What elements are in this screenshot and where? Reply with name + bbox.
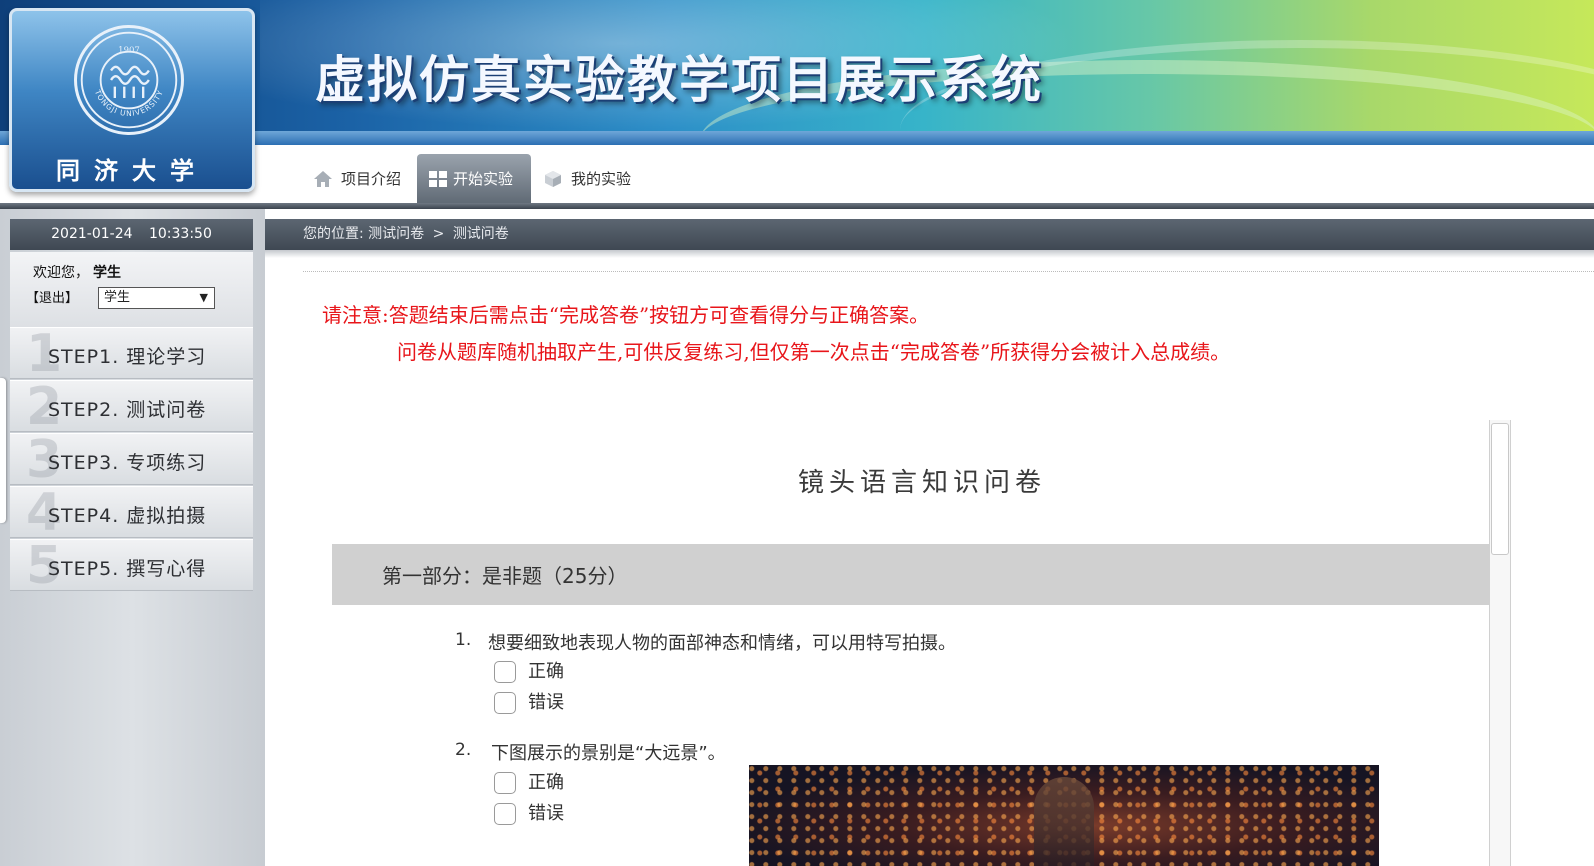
breadcrumb-item-1[interactable]: 测试问卷 — [368, 226, 424, 242]
step-label: STEP5. 撰写心得 — [48, 558, 207, 580]
step-label: STEP1. 理论学习 — [48, 346, 207, 368]
image-arch-shape — [1034, 777, 1094, 866]
university-seal-icon: 1907 TONGJI UNIVERSITY — [74, 25, 184, 135]
option-label: 正确 — [528, 661, 564, 682]
welcome-text: 欢迎您， 学生 — [33, 262, 121, 282]
question-1-option-true[interactable]: 正确 — [494, 660, 594, 684]
university-logo[interactable]: 1907 TONGJI UNIVERSITY 同济大学 — [9, 8, 255, 192]
seal-year: 1907 — [118, 46, 140, 56]
role-selected-value: 学生 — [104, 290, 131, 305]
section-title: 第一部分：是非题（25分） — [382, 564, 628, 588]
sidebar-collapse-handle[interactable] — [0, 378, 6, 523]
question-2-option-false[interactable]: 错误 — [494, 802, 594, 826]
site-title: 虚拟仿真实验教学项目展示系统 — [315, 50, 1043, 109]
breadcrumb-prefix: 您的位置: — [303, 226, 364, 242]
current-time: 10:33:50 — [148, 226, 212, 242]
sidebar-step-5[interactable]: 5 STEP5. 撰写心得 — [10, 538, 253, 594]
dotted-divider — [303, 271, 1594, 272]
quiz-title: 镜头语言知识问卷 — [797, 468, 1046, 498]
home-icon — [314, 171, 332, 187]
role-select[interactable]: 学生 ▼ — [98, 287, 215, 309]
nav-label-start: 开始实验 — [453, 170, 514, 188]
breadcrumb-item-2: 测试问卷 — [452, 226, 509, 242]
checkbox[interactable] — [494, 692, 516, 714]
logout-link[interactable]: 【退出】 — [26, 287, 78, 306]
notice-line-1: 请注意:答题结束后需点击“完成答卷”按钮方可查看得分与正确答案。 — [322, 303, 930, 327]
sidebar-step-3[interactable]: 3 STEP3. 专项练习 — [10, 432, 253, 488]
question-number: 2. — [455, 740, 472, 760]
sidebar-step-2[interactable]: 2 STEP2. 测试问卷 — [10, 379, 253, 435]
nav-item-intro[interactable]: 项目介绍 — [313, 155, 423, 203]
question-number: 1. — [455, 630, 472, 650]
user-panel: 欢迎您， 学生 【退出】 学生 ▼ — [10, 252, 253, 327]
nav-label-intro: 项目介绍 — [341, 170, 402, 188]
university-name: 同济大学 — [56, 156, 208, 185]
nav-label-mine: 我的实验 — [571, 170, 632, 188]
top-nav: 项目介绍 开始实验 我的实验 — [255, 145, 1594, 207]
datetime-bar: 2021-01-24 10:33:50 — [10, 219, 253, 250]
option-label: 正确 — [528, 772, 564, 793]
option-label: 错误 — [528, 692, 564, 713]
checkbox[interactable] — [494, 772, 516, 794]
checkbox[interactable] — [494, 661, 516, 683]
welcome-prefix: 欢迎您， — [33, 265, 89, 281]
breadcrumb: 您的位置: 测试问卷 > 测试问卷 — [265, 219, 1594, 250]
option-label: 错误 — [528, 803, 564, 824]
quiz-frame: 镜头语言知识问卷 第一部分：是非题（25分） 1. 想要细致地表现人物的面部神态… — [332, 420, 1512, 866]
sidebar-step-4[interactable]: 4 STEP4. 虚拟拍摄 — [10, 485, 253, 541]
chevron-down-icon: ▼ — [199, 291, 208, 304]
sidebar-step-1[interactable]: 1 STEP1. 理论学习 — [10, 326, 253, 382]
nav-item-mine[interactable]: 我的实验 — [543, 155, 653, 203]
left-sidebar: 2021-01-24 10:33:50 欢迎您， 学生 【退出】 学生 ▼ 1 S… — [0, 209, 265, 866]
grid-icon — [429, 171, 447, 187]
nav-item-start[interactable]: 开始实验 — [417, 154, 531, 204]
breadcrumb-separator-icon: > — [432, 226, 445, 242]
question-2-option-true[interactable]: 正确 — [494, 771, 594, 795]
step-label: STEP3. 专项练习 — [48, 452, 207, 474]
question-text: 下图展示的景别是“大远景”。 — [491, 743, 726, 764]
section-header: 第一部分：是非题（25分） — [332, 544, 1489, 605]
question-2-image — [749, 765, 1379, 866]
step-label: STEP2. 测试问卷 — [48, 399, 207, 421]
current-date: 2021-01-24 — [51, 226, 133, 242]
breadcrumb-shadow — [265, 250, 1594, 258]
question-1-option-false[interactable]: 错误 — [494, 691, 594, 715]
step-label: STEP4. 虚拟拍摄 — [48, 505, 207, 527]
user-name: 学生 — [93, 265, 121, 281]
cube-icon — [545, 171, 561, 187]
checkbox[interactable] — [494, 803, 516, 825]
question-text: 想要细致地表现人物的面部神态和情绪，可以用特写拍摄。 — [488, 633, 956, 654]
notice-line-2: 问卷从题库随机抽取产生,可供反复练习,但仅第一次点击“完成答卷”所获得分会被计入… — [397, 340, 1231, 364]
